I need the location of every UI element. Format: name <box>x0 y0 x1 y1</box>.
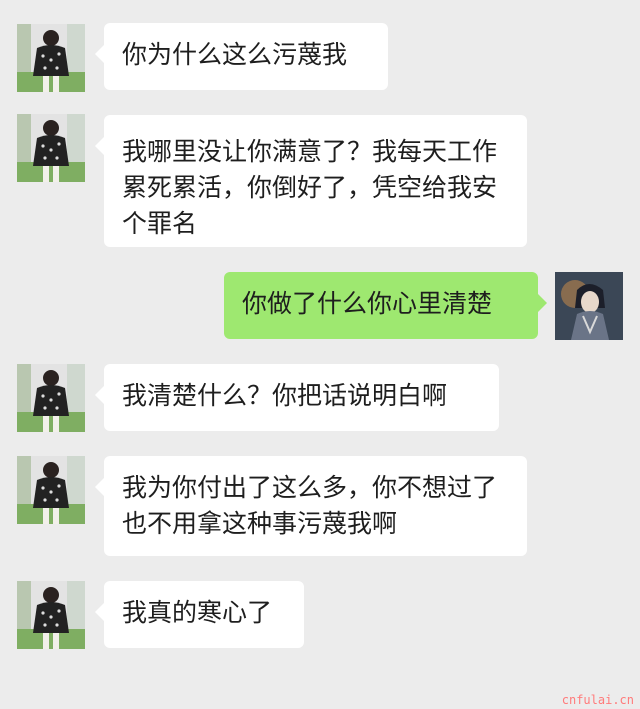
contact-avatar[interactable] <box>17 114 85 182</box>
message-bubble-outgoing[interactable]: 你做了什么你心里清楚 <box>224 272 547 339</box>
message-bubble-incoming[interactable]: 我为你付出了这么多，你不想过了也不用拿这种事污蔑我啊 <box>95 456 527 556</box>
watermark: cnfulai.cn <box>561 693 634 707</box>
contact-avatar[interactable] <box>17 456 85 524</box>
contact-avatar[interactable] <box>17 364 85 432</box>
message-bubble-incoming[interactable]: 我清楚什么？你把话说明白啊 <box>95 364 499 431</box>
my-avatar[interactable] <box>555 272 623 340</box>
message-bubble-incoming[interactable]: 你为什么这么污蔑我 <box>95 23 388 90</box>
message-bubble-incoming[interactable]: 我哪里没让你满意了？我每天工作累死累活，你倒好了，凭空给我安个罪名 <box>95 115 527 247</box>
contact-avatar[interactable] <box>17 24 85 92</box>
message-bubble-incoming[interactable]: 我真的寒心了 <box>95 581 304 648</box>
contact-avatar[interactable] <box>17 581 85 649</box>
